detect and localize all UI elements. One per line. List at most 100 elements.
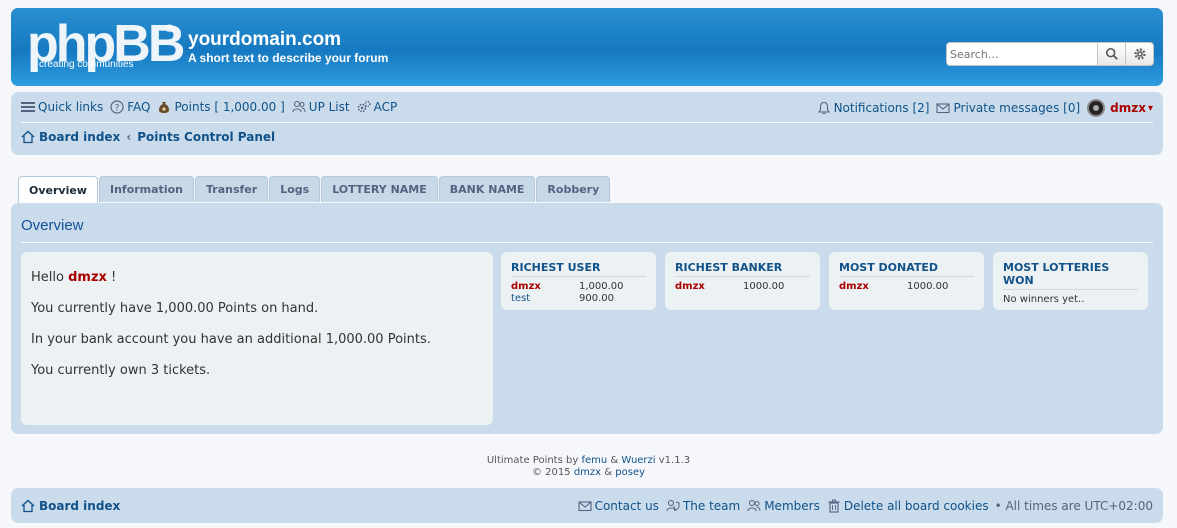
- envelope-icon: [578, 501, 592, 512]
- avatar: [1087, 99, 1106, 117]
- most-donated-title: MOST DONATED: [839, 261, 974, 277]
- list-item: dmzx 1000.00: [675, 281, 810, 293]
- hello-suffix: !: [111, 270, 117, 285]
- tab-bank[interactable]: BANK NAME: [438, 176, 536, 202]
- bell-icon: [817, 101, 830, 115]
- panel-divider: [21, 242, 1153, 243]
- list-item: dmzx 1,000.00: [511, 281, 646, 293]
- richest-user-title: RICHEST USER: [511, 261, 646, 277]
- hello-prefix: Hello: [31, 270, 64, 285]
- svg-text:?: ?: [115, 104, 120, 114]
- the-team-label: The team: [682, 499, 741, 513]
- the-team-link[interactable]: The team: [666, 499, 740, 513]
- credits-line-1: Ultimate Points by femu & Wuerzi v1.1.3: [0, 455, 1177, 467]
- most-donated-box: MOST DONATED dmzx 1000.00: [829, 252, 984, 310]
- home-icon: [21, 499, 35, 513]
- hello-line: Hello dmzx !: [31, 270, 483, 286]
- logo-registered-mark: ®: [164, 22, 175, 35]
- footer-navbar: Board index Contact us The team Members …: [11, 488, 1163, 523]
- overview-panel: Overview Hello dmzx ! You currently have…: [11, 203, 1163, 434]
- site-logo[interactable]: phpBB ® creating communities: [27, 15, 185, 78]
- stat-username[interactable]: test: [511, 293, 579, 305]
- tab-transfer[interactable]: Transfer: [194, 176, 269, 202]
- bank-balance-text: In your bank account you have an additio…: [31, 332, 431, 347]
- hamburger-icon: [21, 102, 35, 112]
- delete-cookies-link[interactable]: Delete all board cookies: [827, 499, 989, 513]
- members-link[interactable]: Members: [747, 499, 820, 513]
- gear-icon: [1133, 48, 1146, 60]
- members-label: Members: [764, 499, 820, 513]
- stat-username[interactable]: dmzx: [675, 281, 743, 293]
- delete-cookies-label: Delete all board cookies: [843, 499, 989, 513]
- search-input[interactable]: [947, 43, 1097, 65]
- copyright-amp: &: [604, 467, 613, 478]
- points-link[interactable]: Points [ 1,000.00 ]: [157, 100, 285, 114]
- site-header: phpBB ® creating communities yourdomain.…: [11, 8, 1163, 86]
- hello-username[interactable]: dmzx: [68, 270, 107, 285]
- stat-value: 1000.00: [907, 281, 949, 292]
- search-button[interactable]: [1097, 43, 1125, 65]
- navbar-divider: [21, 122, 1153, 123]
- list-item: dmzx 1000.00: [839, 281, 974, 293]
- private-messages-link[interactable]: Private messages [0]: [936, 101, 1080, 115]
- breadcrumb-board-index[interactable]: Board index: [39, 130, 120, 144]
- site-title[interactable]: yourdomain.com: [188, 29, 341, 51]
- stat-username[interactable]: dmzx: [511, 281, 579, 293]
- logo-tagline: creating communities: [39, 59, 134, 70]
- copyright-author-dmzx[interactable]: dmzx: [574, 467, 601, 478]
- stat-username[interactable]: dmzx: [839, 281, 907, 293]
- breadcrumb-points-control-panel[interactable]: Points Control Panel: [137, 130, 275, 144]
- users-icon: [292, 100, 306, 113]
- navbar: Quick links ? FAQ Points [ 1,000.00 ] UP…: [11, 92, 1163, 155]
- trash-icon: [828, 499, 840, 513]
- question-icon: ?: [110, 100, 124, 114]
- money-bag-icon: [159, 102, 170, 113]
- acp-label: ACP: [373, 100, 398, 114]
- search-icon: [1105, 47, 1118, 60]
- up-list-label: UP List: [308, 100, 350, 114]
- tab-logs[interactable]: Logs: [269, 176, 321, 202]
- tab-overview[interactable]: Overview: [18, 176, 98, 203]
- users-icon: [747, 499, 761, 512]
- tickets-text: You currently own 3 tickets.: [31, 363, 211, 378]
- faq-label: FAQ: [127, 100, 151, 114]
- panel-title: Overview: [21, 217, 84, 234]
- contact-us-link[interactable]: Contact us: [578, 499, 659, 513]
- advanced-search-button[interactable]: [1125, 43, 1153, 65]
- tab-lottery[interactable]: LOTTERY NAME: [321, 176, 438, 202]
- credits-author-wuerzi[interactable]: Wuerzi: [621, 455, 655, 466]
- tab-bar: Overview Information Transfer Logs LOTTE…: [18, 176, 611, 203]
- notifications-label: Notifications [2]: [833, 101, 930, 115]
- envelope-icon: [936, 103, 951, 114]
- quick-links-label: Quick links: [38, 100, 104, 114]
- copyright-author-posey[interactable]: posey: [615, 467, 645, 478]
- credits-version: v1.1.3: [658, 455, 691, 466]
- quick-links-menu[interactable]: Quick links: [21, 100, 103, 114]
- private-messages-label: Private messages [0]: [953, 101, 1081, 115]
- breadcrumb: Board index ‹ Points Control Panel: [21, 130, 275, 144]
- stat-value: 1,000.00: [579, 281, 624, 292]
- notifications-link[interactable]: Notifications [2]: [817, 101, 930, 115]
- up-list-link[interactable]: UP List: [292, 100, 350, 114]
- welcome-box: Hello dmzx ! You currently have 1,000.00…: [21, 252, 493, 425]
- richest-banker-title: RICHEST BANKER: [675, 261, 810, 277]
- tab-robbery[interactable]: Robbery: [536, 176, 611, 202]
- most-lotteries-box: MOST LOTTERIES WON No winners yet..: [993, 252, 1148, 310]
- credits-author-femu[interactable]: femu: [581, 455, 607, 466]
- footer-board-index[interactable]: Board index: [39, 499, 120, 513]
- user-menu[interactable]: dmzx ▾: [1087, 99, 1153, 117]
- username: dmzx: [1110, 101, 1146, 115]
- breadcrumb-separator: ‹: [126, 130, 132, 144]
- acp-link[interactable]: ACP: [357, 100, 398, 114]
- footer-links: Contact us The team Members Delete all b…: [571, 499, 1153, 513]
- timezone-text: • All times are UTC+02:00: [994, 499, 1153, 513]
- footer-breadcrumb: Board index: [21, 499, 120, 513]
- list-item: test 900.00: [511, 293, 646, 305]
- credits-prefix: Ultimate Points by: [486, 455, 579, 466]
- faq-link[interactable]: ? FAQ: [110, 100, 150, 114]
- credits-amp: &: [610, 455, 619, 466]
- tab-information[interactable]: Information: [98, 176, 194, 202]
- richest-user-box: RICHEST USER dmzx 1,000.00 test 900.00: [501, 252, 656, 310]
- chevron-down-icon: ▾: [1147, 102, 1153, 114]
- no-winners-text: No winners yet..: [1003, 294, 1085, 305]
